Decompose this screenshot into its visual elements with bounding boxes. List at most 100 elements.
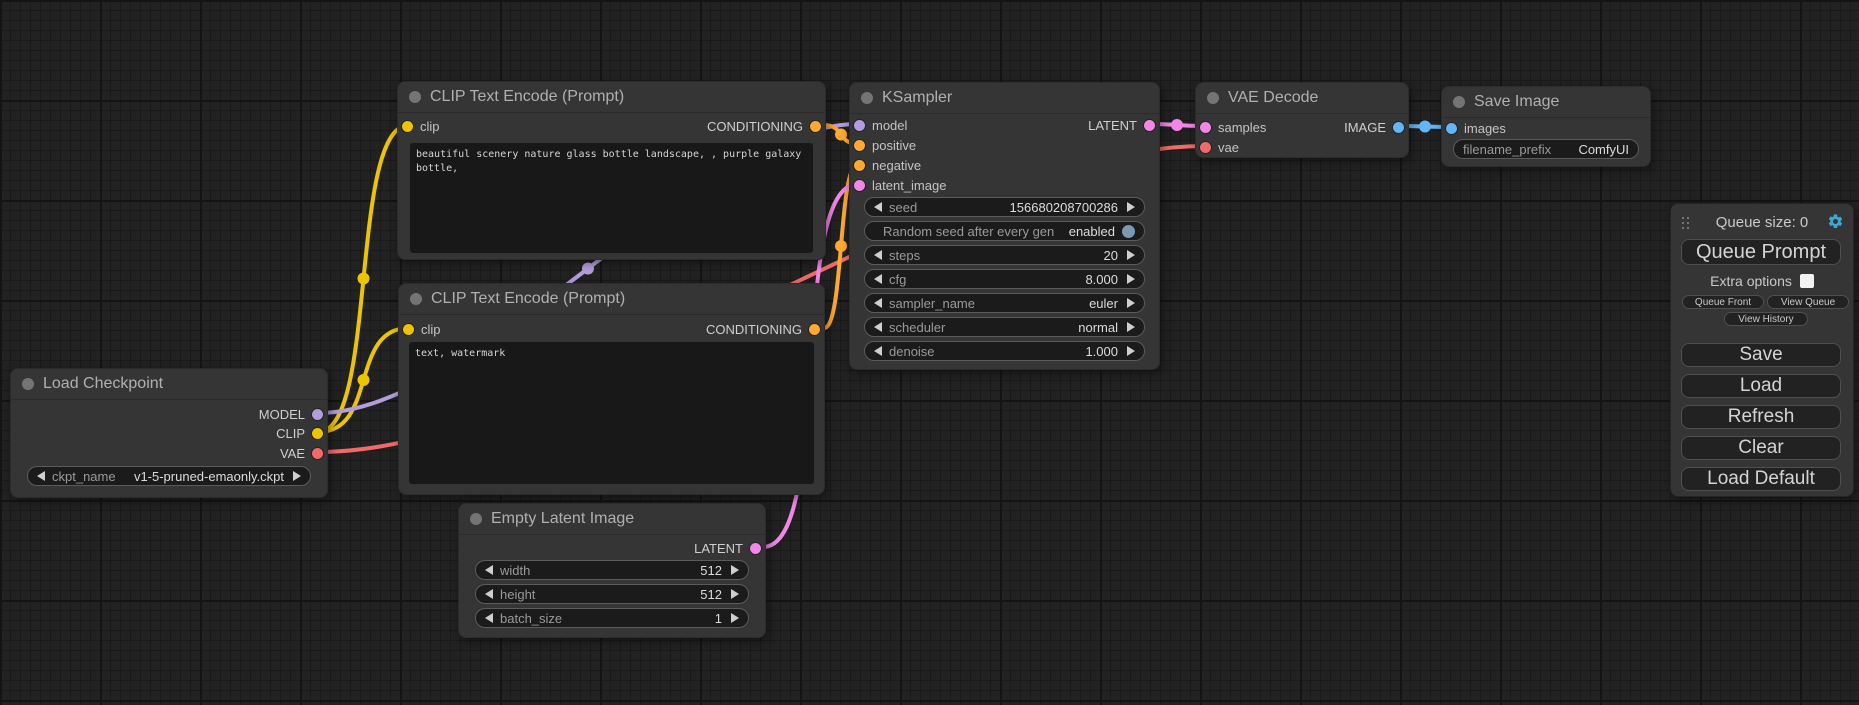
decrement-icon[interactable] (874, 202, 882, 212)
output-slot-conditioning[interactable]: CONDITIONING (707, 116, 821, 136)
clip-port-icon[interactable] (312, 428, 323, 439)
load-button[interactable]: Load (1681, 374, 1841, 398)
clip-port-icon[interactable] (402, 121, 413, 132)
refresh-button[interactable]: Refresh (1681, 405, 1841, 429)
vae-port-icon[interactable] (312, 448, 323, 459)
input-slot-positive[interactable]: positive (854, 135, 916, 155)
increment-icon[interactable] (731, 613, 739, 623)
output-slot-image[interactable]: IMAGE (1344, 117, 1404, 137)
model-port-icon[interactable] (312, 409, 323, 420)
random-seed-toggle-widget[interactable]: Random seed after every gen enabled (864, 221, 1145, 241)
clip-port-icon[interactable] (403, 324, 414, 335)
widget-value: 156680208700286 (1010, 200, 1118, 215)
node-title: Load Checkpoint (43, 375, 163, 393)
output-slot-vae[interactable]: VAE (280, 443, 323, 463)
node-clip-text-encode-negative[interactable]: CLIP Text Encode (Prompt) clip CONDITION… (398, 283, 825, 495)
node-load-checkpoint[interactable]: Load Checkpoint MODEL CLIP VAE ckpt_name… (10, 368, 328, 498)
increment-icon[interactable] (1127, 202, 1135, 212)
increment-icon[interactable] (1127, 346, 1135, 356)
node-clip-text-encode-positive[interactable]: CLIP Text Encode (Prompt) clip CONDITION… (397, 81, 826, 260)
output-slot-latent[interactable]: LATENT (694, 538, 761, 558)
conditioning-port-icon[interactable] (854, 140, 865, 151)
decrement-icon[interactable] (485, 589, 493, 599)
increment-icon[interactable] (731, 589, 739, 599)
height-widget[interactable]: height 512 (475, 584, 749, 604)
prev-value-icon[interactable] (874, 322, 882, 332)
input-slot-latent-image[interactable]: latent_image (854, 175, 946, 195)
node-empty-latent-image[interactable]: Empty Latent Image LATENT width 512 heig… (458, 503, 766, 638)
vae-port-icon[interactable] (1200, 142, 1211, 153)
slot-label: VAE (280, 446, 305, 461)
queue-front-button[interactable]: Queue Front (1682, 295, 1764, 309)
view-history-button[interactable]: View History (1724, 312, 1808, 326)
latent-port-icon[interactable] (1144, 120, 1155, 131)
width-widget[interactable]: width 512 (475, 560, 749, 580)
output-slot-conditioning[interactable]: CONDITIONING (706, 319, 820, 339)
node-title: KSampler (882, 89, 952, 107)
node-title-bar[interactable]: CLIP Text Encode (Prompt) (399, 284, 824, 315)
decrement-icon[interactable] (874, 346, 882, 356)
prev-value-icon[interactable] (874, 298, 882, 308)
node-title-bar[interactable]: KSampler (850, 83, 1159, 114)
prompt-text-field[interactable]: text, watermark (409, 342, 814, 484)
input-slot-vae[interactable]: vae (1200, 137, 1239, 157)
input-slot-samples[interactable]: samples (1200, 117, 1266, 137)
scheduler-widget[interactable]: scheduler normal (864, 317, 1145, 337)
conditioning-port-icon[interactable] (810, 121, 821, 132)
input-slot-model[interactable]: model (854, 115, 907, 135)
decrement-icon[interactable] (485, 565, 493, 575)
extra-options-label: Extra options (1710, 273, 1792, 289)
load-default-button[interactable]: Load Default (1681, 467, 1841, 491)
queue-prompt-button[interactable]: Queue Prompt (1681, 239, 1841, 265)
next-value-icon[interactable] (1127, 322, 1135, 332)
output-slot-clip[interactable]: CLIP (276, 423, 323, 443)
settings-gear-icon[interactable] (1827, 213, 1844, 230)
latent-port-icon[interactable] (750, 543, 761, 554)
decrement-icon[interactable] (874, 250, 882, 260)
node-vae-decode[interactable]: VAE Decode samples vae IMAGE (1195, 82, 1409, 158)
sampler-name-widget[interactable]: sampler_name euler (864, 293, 1145, 313)
ckpt-name-widget[interactable]: ckpt_name v1-5-pruned-emaonly.ckpt (27, 466, 311, 486)
next-value-icon[interactable] (293, 471, 301, 481)
increment-icon[interactable] (731, 565, 739, 575)
output-slot-model[interactable]: MODEL (259, 404, 323, 424)
toggle-enabled-icon[interactable] (1122, 225, 1135, 238)
widget-value: 8.000 (1085, 272, 1118, 287)
prompt-text-field[interactable]: beautiful scenery nature glass bottle la… (410, 143, 813, 253)
prev-value-icon[interactable] (37, 471, 45, 481)
latent-port-icon[interactable] (1200, 122, 1211, 133)
input-slot-images[interactable]: images (1446, 118, 1506, 138)
decrement-icon[interactable] (874, 274, 882, 284)
filename-prefix-widget[interactable]: filename_prefix ComfyUI (1453, 139, 1639, 159)
node-title-bar[interactable]: VAE Decode (1196, 83, 1408, 114)
output-slot-latent[interactable]: LATENT (1088, 115, 1155, 135)
save-button[interactable]: Save (1681, 343, 1841, 367)
seed-widget[interactable]: seed 156680208700286 (864, 197, 1145, 217)
node-title-bar[interactable]: Empty Latent Image (459, 504, 765, 535)
next-value-icon[interactable] (1127, 298, 1135, 308)
decrement-icon[interactable] (485, 613, 493, 623)
steps-widget[interactable]: steps 20 (864, 245, 1145, 265)
conditioning-port-icon[interactable] (854, 160, 865, 171)
node-title-bar[interactable]: Save Image (1442, 87, 1650, 118)
input-slot-clip[interactable]: clip (403, 319, 441, 339)
node-title-bar[interactable]: Load Checkpoint (11, 369, 327, 400)
latent-port-icon[interactable] (854, 180, 865, 191)
node-ksampler[interactable]: KSampler model positive negative latent_… (849, 82, 1160, 370)
image-port-icon[interactable] (1393, 122, 1404, 133)
clear-button[interactable]: Clear (1681, 436, 1841, 460)
extra-options-checkbox[interactable] (1800, 274, 1814, 288)
cfg-widget[interactable]: cfg 8.000 (864, 269, 1145, 289)
model-port-icon[interactable] (854, 120, 865, 131)
node-title-bar[interactable]: CLIP Text Encode (Prompt) (398, 82, 825, 113)
increment-icon[interactable] (1127, 274, 1135, 284)
increment-icon[interactable] (1127, 250, 1135, 260)
batch-size-widget[interactable]: batch_size 1 (475, 608, 749, 628)
input-slot-negative[interactable]: negative (854, 155, 921, 175)
denoise-widget[interactable]: denoise 1.000 (864, 341, 1145, 361)
conditioning-port-icon[interactable] (809, 324, 820, 335)
node-save-image[interactable]: Save Image images filename_prefix ComfyU… (1441, 86, 1651, 167)
view-queue-button[interactable]: View Queue (1767, 295, 1849, 309)
image-port-icon[interactable] (1446, 123, 1457, 134)
input-slot-clip[interactable]: clip (402, 116, 440, 136)
